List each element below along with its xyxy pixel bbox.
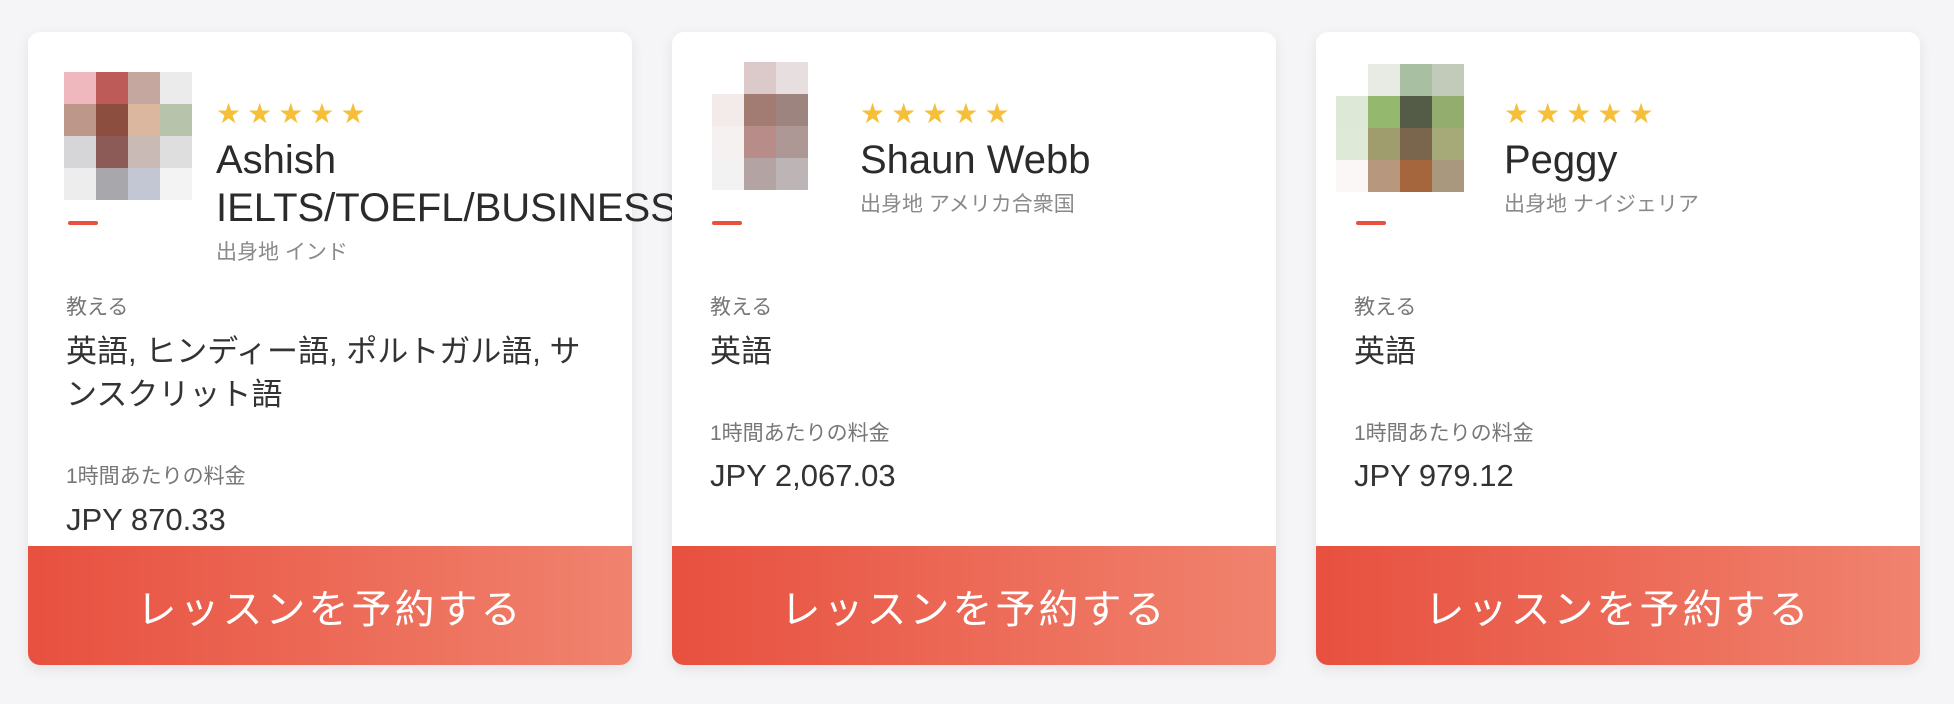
teacher-name[interactable]: Ashish IELTS/TOEFL/BUSINESS (216, 136, 677, 232)
teaches-label: 教える (1354, 296, 1417, 319)
avatar-accent-line (68, 221, 98, 225)
teacher-name[interactable]: Shaun Webb (860, 136, 1091, 184)
star-icon: ★ (1566, 97, 1592, 130)
teacher-card-list: ★ ★ ★ ★ ★ Ashish IELTS/TOEFL/BUSINESS 出身… (0, 0, 1954, 704)
book-lesson-button[interactable]: レッスンを予約する (672, 546, 1276, 665)
star-icon: ★ (340, 97, 366, 130)
rate-label: 1時間あたりの料金 (710, 422, 890, 445)
rating-stars: ★ ★ ★ ★ ★ (1504, 100, 1654, 128)
star-icon: ★ (309, 97, 335, 130)
hourly-rate: JPY 2,067.03 (710, 458, 896, 493)
teacher-origin: 出身地 アメリカ合衆国 (860, 193, 1075, 216)
star-icon: ★ (891, 97, 917, 130)
teaches-label: 教える (66, 296, 129, 319)
teacher-origin: 出身地 インド (216, 241, 348, 264)
teaches-languages: 英語, ヒンディー語, ポルトガル語, サンスクリット語 (66, 334, 581, 412)
teacher-card: ★ ★ ★ ★ ★ Peggy 出身地 ナイジェリア 教える 英語 1時間あたり… (1316, 32, 1920, 665)
book-lesson-button[interactable]: レッスンを予約する (28, 546, 632, 665)
avatar-accent-line (1356, 221, 1386, 225)
hourly-rate: JPY 979.12 (1354, 458, 1514, 493)
star-icon: ★ (1628, 97, 1654, 130)
teacher-card: ★ ★ ★ ★ ★ Ashish IELTS/TOEFL/BUSINESS 出身… (28, 32, 677, 665)
teaches-languages: 英語 (710, 334, 772, 369)
avatar-accent-line (712, 221, 742, 225)
rate-label: 1時間あたりの料金 (66, 465, 246, 488)
star-icon: ★ (860, 97, 886, 130)
teacher-name[interactable]: Peggy (1504, 136, 1617, 184)
star-icon: ★ (247, 97, 273, 130)
teaches-languages: 英語 (1354, 334, 1416, 369)
star-icon: ★ (216, 97, 242, 130)
rate-label: 1時間あたりの料金 (1354, 422, 1534, 445)
rating-stars: ★ ★ ★ ★ ★ (216, 100, 366, 128)
teaches-label: 教える (710, 296, 773, 319)
teacher-avatar[interactable] (1336, 64, 1464, 192)
star-icon: ★ (922, 97, 948, 130)
star-icon: ★ (984, 97, 1010, 130)
teacher-avatar[interactable] (712, 62, 840, 190)
hourly-rate: JPY 870.33 (66, 502, 226, 537)
star-icon: ★ (953, 97, 979, 130)
star-icon: ★ (1504, 97, 1530, 130)
teacher-avatar[interactable] (64, 72, 192, 200)
star-icon: ★ (278, 97, 304, 130)
teacher-card: ★ ★ ★ ★ ★ Shaun Webb 出身地 アメリカ合衆国 教える 英語 … (672, 32, 1276, 665)
teacher-origin: 出身地 ナイジェリア (1504, 193, 1699, 216)
book-lesson-button[interactable]: レッスンを予約する (1316, 546, 1920, 665)
star-icon: ★ (1597, 97, 1623, 130)
star-icon: ★ (1535, 97, 1561, 130)
rating-stars: ★ ★ ★ ★ ★ (860, 100, 1010, 128)
